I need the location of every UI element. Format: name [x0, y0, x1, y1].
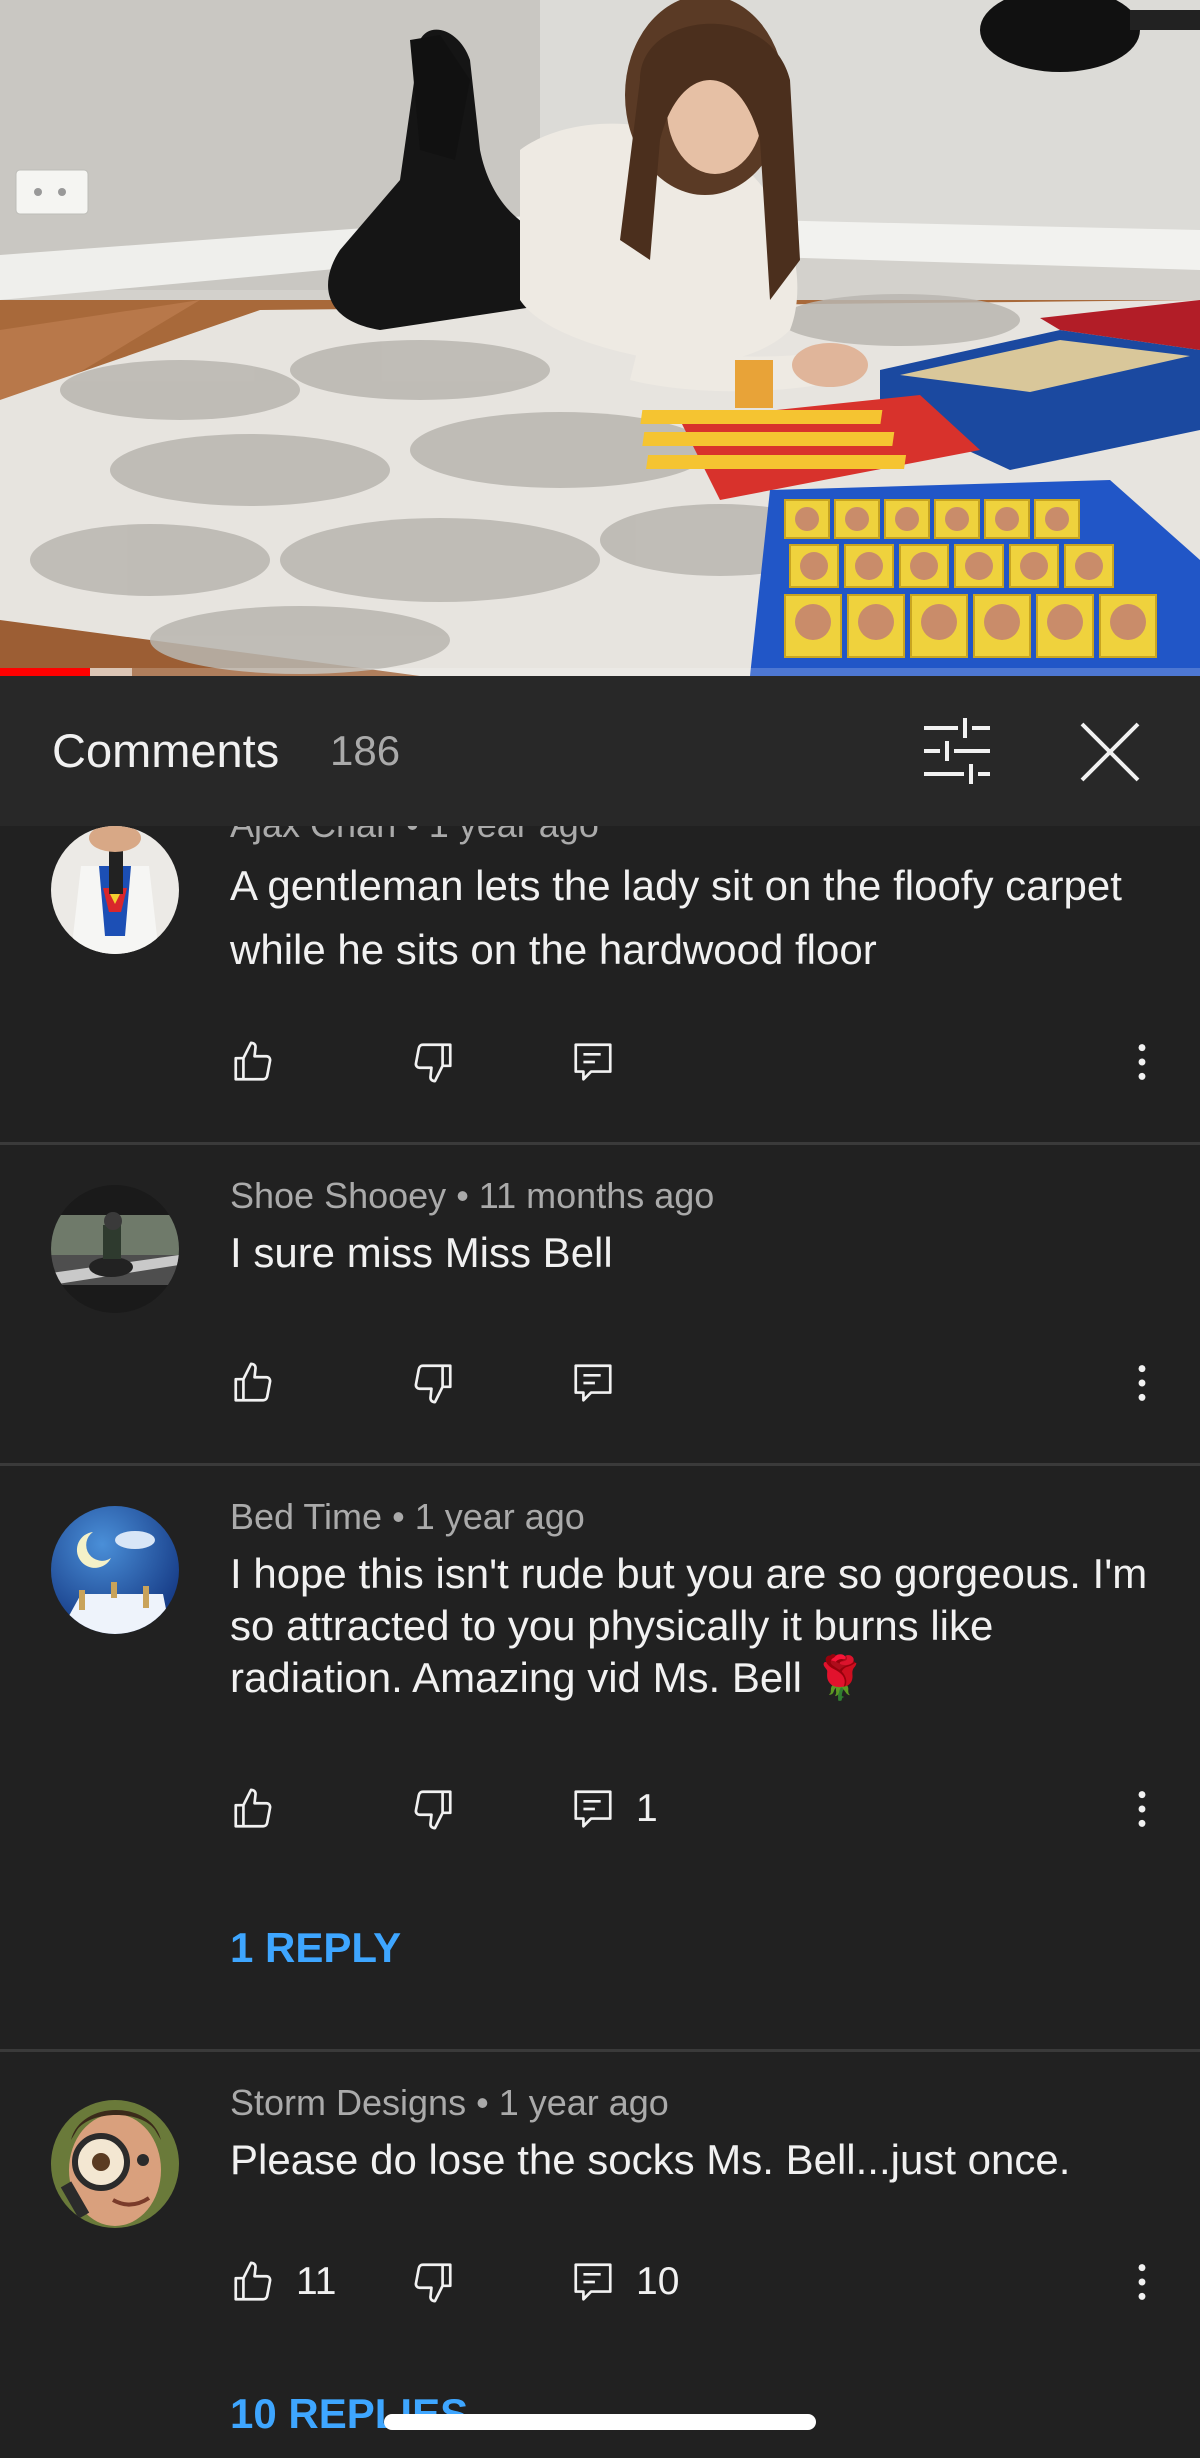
video-buffered-bar: [90, 668, 132, 676]
more-options-button[interactable]: [1118, 1348, 1166, 1418]
comment-time: 1 year ago: [498, 2082, 669, 2123]
comments-list[interactable]: Ajax Chan•1 year ago A gentleman lets th…: [0, 826, 1200, 2458]
video-player[interactable]: [0, 0, 1200, 676]
comment-icon: [574, 1364, 612, 1402]
thumbs-up-icon: [234, 1788, 272, 1828]
dislike-button[interactable]: [410, 1027, 456, 1097]
comment-thread: Storm Designs • 1 year ago Please do lose …: [0, 2052, 1200, 2458]
thumbs-down-icon: [414, 1790, 452, 1830]
reply-button[interactable]: 10: [570, 2247, 679, 2317]
reply-button[interactable]: [570, 1348, 636, 1418]
meta-separator: •: [406, 826, 419, 845]
comment-icon: [574, 1043, 612, 1081]
home-indicator[interactable]: [384, 2414, 816, 2430]
like-button[interactable]: [230, 1027, 296, 1097]
avatar[interactable]: [51, 2100, 179, 2228]
comment-actions: 1: [0, 1774, 1200, 1844]
comment-author[interactable]: Storm Designs: [230, 2082, 466, 2123]
comment-author[interactable]: Bed Time: [230, 1496, 382, 1537]
more-vert-icon: [1138, 1791, 1146, 1827]
comment-meta: Storm Designs • 1 year ago: [230, 2082, 669, 2124]
comments-header: Comments 186: [0, 676, 1200, 826]
comment-author[interactable]: Shoe Shooey: [230, 1175, 446, 1216]
reply-count: 10: [636, 2260, 680, 2303]
comment-text: I sure miss Miss Bell: [230, 1229, 613, 1276]
more-options-button[interactable]: [1118, 1774, 1166, 1844]
comment-icon: [574, 1790, 612, 1828]
more-options-button[interactable]: [1118, 1027, 1166, 1097]
more-vert-icon: [1138, 2264, 1146, 2300]
meta-separator: •: [476, 2082, 489, 2123]
comment-thread: Shoe Shooey • 11 months ago I sure miss Mi…: [0, 1145, 1200, 1463]
comment-thread: Ajax Chan • 1 year ago A gentleman lets th…: [0, 826, 1200, 1168]
more-vert-icon: [1138, 1365, 1146, 1401]
comment-meta: Shoe Shooey • 11 months ago: [230, 1175, 714, 1217]
comment-time: 1 year ago: [414, 1496, 585, 1537]
comment-text: Please do lose the socks Ms. Bell...just…: [230, 2136, 1071, 2183]
avatar[interactable]: [51, 1185, 179, 1313]
meta-separator: •: [392, 1496, 405, 1537]
thumbs-down-icon: [414, 1364, 452, 1404]
video-played-bar: [0, 668, 90, 676]
close-icon[interactable]: [1074, 716, 1146, 788]
like-count: 11: [296, 2260, 337, 2303]
like-button[interactable]: [230, 1348, 296, 1418]
comment-time: 11 months ago: [478, 1175, 715, 1216]
dislike-button[interactable]: [410, 1348, 456, 1418]
video-frame-image: [0, 0, 1200, 676]
avatar[interactable]: [51, 1506, 179, 1634]
thumbs-down-icon: [414, 2263, 452, 2303]
more-options-button[interactable]: [1118, 2247, 1166, 2317]
comment-actions: 11 10: [0, 2247, 1200, 2317]
like-button[interactable]: 11: [230, 2247, 337, 2317]
comment-text: I hope this isn't rude but you are so go…: [230, 1550, 1148, 1701]
thumbs-down-icon: [414, 1043, 452, 1083]
comment-actions: [0, 1027, 1200, 1097]
dislike-button[interactable]: [410, 2247, 456, 2317]
comment-author[interactable]: Ajax Chan: [230, 826, 396, 845]
video-progress-bar[interactable]: [0, 668, 1200, 676]
sliders-icon[interactable]: [920, 716, 994, 786]
comment-meta: Ajax Chan • 1 year ago: [230, 826, 599, 846]
view-replies-link[interactable]: 1 REPLY: [230, 1924, 401, 1972]
comment-meta: Bed Time • 1 year ago: [230, 1496, 585, 1538]
comment-actions: [0, 1348, 1200, 1418]
dislike-button[interactable]: [410, 1774, 456, 1844]
comments-count: 186: [330, 727, 401, 774]
reply-button[interactable]: 1: [570, 1774, 658, 1844]
comments-title: Comments: [52, 724, 280, 777]
meta-separator: •: [456, 1175, 469, 1216]
thumbs-up-icon: [234, 1041, 272, 1081]
like-button[interactable]: [230, 1774, 296, 1844]
comment-icon: [574, 2263, 612, 2301]
reply-button[interactable]: [570, 1027, 636, 1097]
more-vert-icon: [1138, 1044, 1146, 1080]
reply-count: 1: [636, 1787, 658, 1830]
avatar[interactable]: [51, 826, 179, 954]
comment-time: 1 year ago: [429, 826, 599, 845]
thumbs-up-icon: [234, 1362, 272, 1402]
thumbs-up-icon: [234, 2261, 272, 2301]
comment-thread: Bed Time • 1 year ago I hope this isn't ru…: [0, 1466, 1200, 2049]
comment-text: A gentleman lets the lady sit on the flo…: [230, 862, 1122, 973]
